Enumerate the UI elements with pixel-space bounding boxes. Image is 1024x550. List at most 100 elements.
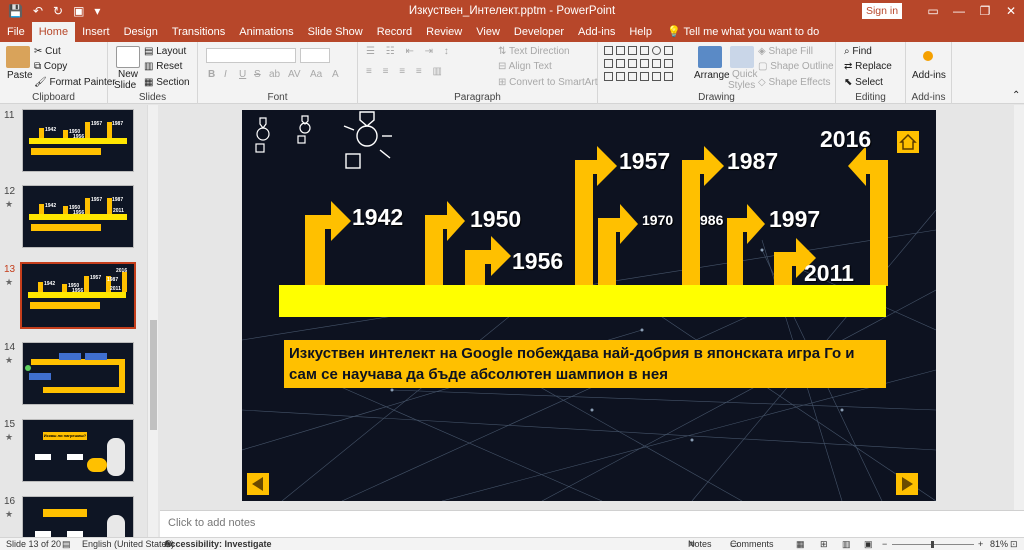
shape-rect-icon[interactable] — [616, 59, 625, 68]
underline-button[interactable]: U — [239, 69, 246, 80]
addins-button[interactable]: Add-ins — [912, 70, 946, 81]
quick-styles-button-2[interactable]: Styles — [728, 80, 755, 91]
arrange-button[interactable]: Arrange — [694, 70, 730, 81]
reading-view-icon[interactable]: ▥ — [842, 538, 851, 550]
shape-fill-button[interactable]: ◈ Shape Fill — [758, 46, 813, 57]
tab-record[interactable]: Record — [370, 22, 419, 42]
zoom-level[interactable]: 81% — [990, 538, 1008, 550]
shape-line-icon[interactable] — [628, 46, 637, 55]
tab-file[interactable]: File — [0, 22, 32, 42]
shape-curve-icon[interactable] — [604, 72, 613, 81]
tab-home[interactable]: Home — [31, 22, 76, 42]
shape-star-icon[interactable] — [664, 72, 673, 81]
quick-styles-icon[interactable] — [730, 46, 754, 68]
case-button[interactable]: Aa — [310, 69, 322, 80]
tab-animations[interactable]: Animations — [232, 22, 300, 42]
shape-rect-icon[interactable] — [604, 59, 613, 68]
slide-thumbnail-14[interactable] — [22, 342, 134, 405]
paste-button[interactable]: Paste — [7, 70, 33, 81]
scrollbar-thumb[interactable] — [150, 320, 157, 430]
tab-slide-show[interactable]: Slide Show — [301, 22, 370, 42]
fit-to-window-icon[interactable]: ⊡ — [1010, 538, 1018, 550]
customize-qat-icon[interactable]: ▾ — [94, 0, 100, 22]
shadow-button[interactable]: ab — [269, 69, 280, 80]
shapes-gallery[interactable] — [604, 46, 684, 84]
shape-arrow-icon[interactable] — [640, 59, 649, 68]
font-name-box[interactable] — [206, 48, 296, 63]
quick-styles-button[interactable]: Quick — [732, 69, 758, 80]
shape-rect-icon[interactable] — [640, 46, 649, 55]
tab-insert[interactable]: Insert — [75, 22, 117, 42]
new-slide-button[interactable]: New — [118, 69, 138, 80]
layout-button[interactable]: ▤ Layout — [144, 46, 186, 57]
addins-icon[interactable] — [923, 51, 933, 61]
arrange-icon[interactable] — [698, 46, 722, 68]
new-slide-button-2[interactable]: Slide — [114, 80, 136, 91]
slide-thumbnail-16[interactable] — [22, 496, 134, 537]
shape-curve-icon[interactable] — [628, 72, 637, 81]
font-color-button[interactable]: A — [332, 69, 339, 80]
tell-me-search[interactable]: 💡 Tell me what you want to do — [659, 22, 819, 42]
shape-line-icon[interactable] — [604, 46, 613, 55]
close-button[interactable]: ✕ — [998, 0, 1024, 22]
collapse-ribbon-icon[interactable]: ⌃ — [1012, 90, 1020, 101]
find-button[interactable]: ⌕ Find — [844, 46, 872, 57]
italic-button[interactable]: I — [224, 69, 227, 80]
tab-review[interactable]: Review — [419, 22, 469, 42]
select-button[interactable]: ⬉ Select — [844, 77, 883, 88]
format-painter-button[interactable]: 🖌 Format Painter — [34, 77, 116, 88]
replace-button[interactable]: ⇄ Replace — [844, 61, 892, 72]
align-text-button[interactable]: ⊟ Align Text — [498, 61, 552, 72]
shape-line-icon[interactable] — [616, 46, 625, 55]
slideshow-view-icon[interactable]: ▣ — [864, 538, 873, 550]
thumbnail-scrollbar[interactable] — [147, 105, 158, 537]
reset-button[interactable]: ▥ Reset — [144, 61, 182, 72]
convert-smartart-button[interactable]: ⊞ Convert to SmartArt — [498, 77, 598, 88]
slide-sorter-icon[interactable]: ⊞ — [820, 538, 828, 550]
shape-rect-icon[interactable] — [664, 46, 673, 55]
zoom-slider-thumb[interactable] — [931, 541, 934, 548]
strikethrough-button[interactable]: S — [254, 69, 261, 80]
zoom-in-button[interactable]: + — [978, 538, 983, 550]
paste-icon[interactable] — [6, 46, 30, 68]
slide-scrollbar[interactable] — [1014, 105, 1024, 510]
shape-arrow-icon[interactable] — [652, 59, 661, 68]
shape-arrow-icon[interactable] — [664, 59, 673, 68]
bold-button[interactable]: B — [208, 69, 215, 80]
minimize-button[interactable]: — — [946, 0, 972, 22]
slide-thumbnail-12[interactable]: 1942 1950 1956 1957 1987 2011 — [22, 185, 134, 248]
shape-outline-button[interactable]: ▢ Shape Outline — [758, 61, 834, 72]
notes-placeholder[interactable]: Click to add notes — [168, 517, 255, 529]
font-size-box[interactable] — [300, 48, 330, 63]
zoom-out-button[interactable]: − — [882, 538, 887, 550]
next-slide-button[interactable] — [896, 473, 918, 495]
tab-transitions[interactable]: Transitions — [165, 22, 232, 42]
shape-curve-icon[interactable] — [616, 72, 625, 81]
language-indicator[interactable]: English (United States) — [82, 538, 174, 550]
save-icon[interactable]: 💾 — [8, 0, 23, 22]
sign-in-button[interactable]: Sign in — [862, 3, 902, 19]
list-buttons[interactable]: ☰ ☷ ⇤ ⇥ ↕ — [366, 46, 453, 57]
slide-thumbnail-13[interactable]: 1942 1950 1956 1957 1987 2011 2016 — [20, 262, 136, 329]
tab-help[interactable]: Help — [622, 22, 659, 42]
redo-icon[interactable]: ↻ — [53, 0, 63, 22]
tab-add-ins[interactable]: Add-ins — [571, 22, 622, 42]
undo-icon[interactable]: ↶ — [33, 0, 43, 22]
maximize-button[interactable]: ❐ — [972, 0, 998, 22]
spacing-button[interactable]: AV — [288, 69, 301, 80]
slide-thumbnail-11[interactable]: 1942 1950 1956 1957 1987 — [22, 109, 134, 172]
section-button[interactable]: ▦ Section — [144, 77, 190, 88]
shape-effects-button[interactable]: ◇ Shape Effects — [758, 77, 831, 88]
spellcheck-icon[interactable]: ▤ — [62, 538, 71, 550]
tab-design[interactable]: Design — [117, 22, 165, 42]
copy-button[interactable]: ⧉ Copy — [34, 61, 67, 72]
shape-arrow-icon[interactable] — [628, 59, 637, 68]
previous-slide-button[interactable] — [247, 473, 269, 495]
normal-view-icon[interactable]: ▦ — [796, 538, 805, 550]
shape-brace-icon[interactable] — [652, 72, 661, 81]
tab-view[interactable]: View — [469, 22, 507, 42]
new-slide-icon[interactable] — [116, 46, 140, 68]
tab-developer[interactable]: Developer — [507, 22, 571, 42]
home-button[interactable] — [897, 131, 919, 153]
ribbon-display-icon[interactable]: ▭ — [920, 0, 946, 22]
